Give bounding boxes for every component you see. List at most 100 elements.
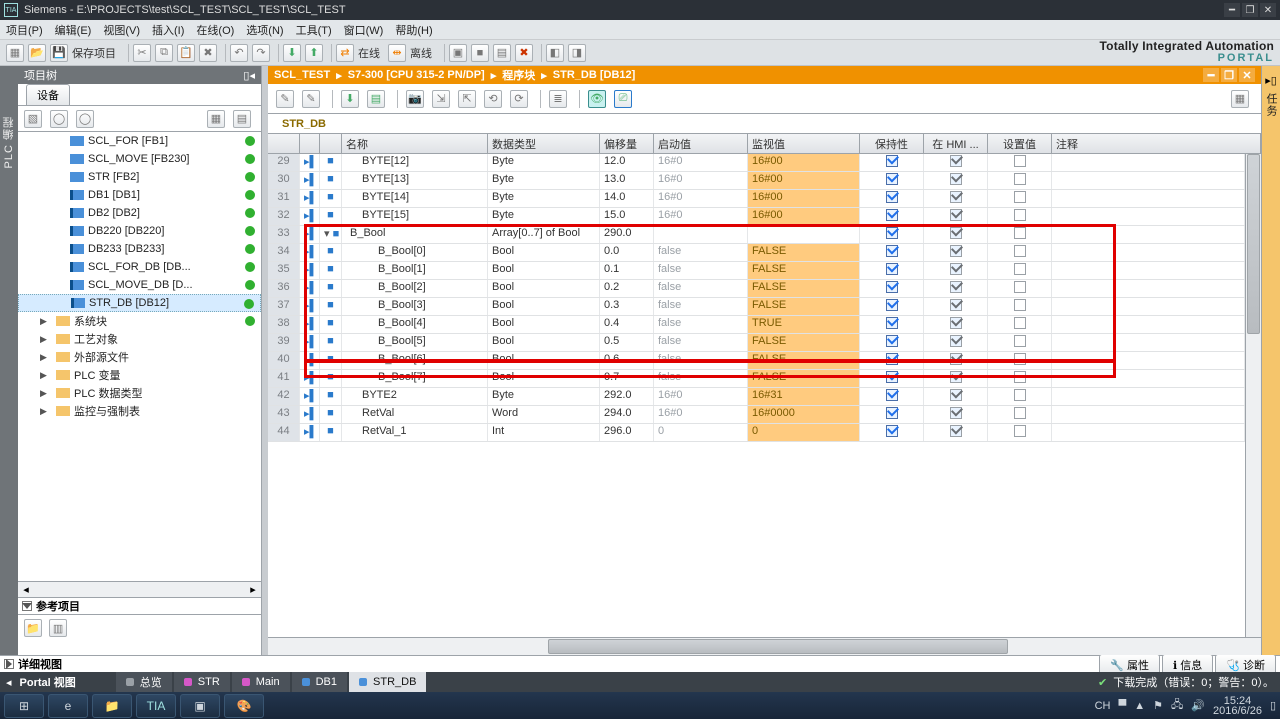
checkbox[interactable] xyxy=(886,245,898,257)
copy-icon[interactable]: ⧉ xyxy=(155,44,173,62)
checkbox[interactable] xyxy=(950,245,962,257)
col-retain[interactable]: 保持性 xyxy=(860,134,924,153)
table-row[interactable]: 39▸▌■B_Bool[5]Bool0.5falseFALSE xyxy=(268,334,1245,352)
table-row[interactable]: 31▸▌■BYTE[14]Byte14.016#016#00 xyxy=(268,190,1245,208)
split-v-icon[interactable]: ◨ xyxy=(568,44,586,62)
right-rail[interactable]: ▸▯ 任务 xyxy=(1262,66,1280,655)
checkbox[interactable] xyxy=(950,227,962,239)
checkbox[interactable] xyxy=(950,425,962,437)
maximize-button[interactable]: ❐ xyxy=(1242,3,1258,17)
tree-item[interactable]: ▶工艺对象 xyxy=(18,330,261,348)
et-list-icon[interactable]: ≣ xyxy=(549,90,567,108)
tree-hscroll[interactable]: ◂▸ xyxy=(18,581,261,597)
bc-3[interactable]: STR_DB [DB12] xyxy=(553,69,636,81)
show-desktop[interactable]: ▯ xyxy=(1270,699,1276,712)
task-ie-icon[interactable]: e xyxy=(48,694,88,718)
tree-back-icon[interactable]: ◯ xyxy=(50,110,68,128)
checkbox[interactable] xyxy=(886,263,898,275)
table-row[interactable]: 36▸▌■B_Bool[2]Bool0.2falseFALSE xyxy=(268,280,1245,298)
checkbox[interactable] xyxy=(950,317,962,329)
checkbox[interactable] xyxy=(950,155,962,167)
db-grid[interactable]: 名称 数据类型 偏移量 启动值 监视值 保持性 在 HMI ... 设置值 注释… xyxy=(268,134,1261,655)
table-row[interactable]: 41▸▌■B_Bool[7]Bool0.7falseFALSE xyxy=(268,370,1245,388)
et-b-icon[interactable]: ⇱ xyxy=(458,90,476,108)
portal-tab[interactable]: Main xyxy=(232,672,290,692)
table-row[interactable]: 43▸▌■RetValWord294.016#016#0000 xyxy=(268,406,1245,424)
checkbox[interactable] xyxy=(1014,263,1026,275)
tree-item[interactable]: SCL_FOR [FB1] xyxy=(18,132,261,150)
go-offline-label[interactable]: 离线 xyxy=(410,45,432,61)
et-1-icon[interactable]: ✎ xyxy=(276,90,294,108)
ref-add-icon[interactable]: 📁 xyxy=(24,619,42,637)
checkbox[interactable] xyxy=(886,389,898,401)
table-row[interactable]: 37▸▌■B_Bool[3]Bool0.3falseFALSE xyxy=(268,298,1245,316)
tree-item[interactable]: ▶监控与强制表 xyxy=(18,402,261,420)
portal-tab[interactable]: DB1 xyxy=(292,672,347,692)
et-save-icon[interactable]: ▤ xyxy=(367,90,385,108)
go-offline-icon[interactable]: ⇹ xyxy=(388,44,406,62)
checkbox[interactable] xyxy=(950,389,962,401)
tree-item[interactable]: DB233 [DB233] xyxy=(18,240,261,258)
undo-icon[interactable]: ↶ xyxy=(230,44,248,62)
et-monitor-icon[interactable]: 👁 xyxy=(588,90,606,108)
checkbox[interactable] xyxy=(1014,335,1026,347)
table-row[interactable]: 34▸▌■B_Bool[0]Bool0.0falseFALSE xyxy=(268,244,1245,262)
checkbox[interactable] xyxy=(886,353,898,365)
checkbox[interactable] xyxy=(1014,299,1026,311)
et-d-icon[interactable]: ⟳ xyxy=(510,90,528,108)
col-set[interactable]: 设置值 xyxy=(988,134,1052,153)
editor-max-icon[interactable]: ❐ xyxy=(1221,68,1237,82)
grid-rows[interactable]: 29▸▌■BYTE[12]Byte12.016#016#0030▸▌■BYTE[… xyxy=(268,154,1245,637)
table-row[interactable]: 35▸▌■B_Bool[1]Bool0.1falseFALSE xyxy=(268,262,1245,280)
bc-1[interactable]: S7-300 [CPU 315-2 PN/DP] xyxy=(348,69,485,81)
checkbox[interactable] xyxy=(1014,227,1026,239)
tree-item[interactable]: SCL_FOR_DB [DB... xyxy=(18,258,261,276)
paste-icon[interactable]: 📋 xyxy=(177,44,195,62)
col-name[interactable]: 名称 xyxy=(342,134,488,153)
checkbox[interactable] xyxy=(1014,191,1026,203)
split-h-icon[interactable]: ◧ xyxy=(546,44,564,62)
menu-window[interactable]: 窗口(W) xyxy=(344,22,384,38)
tree-item[interactable]: DB220 [DB220] xyxy=(18,222,261,240)
checkbox[interactable] xyxy=(950,209,962,221)
task-sim-icon[interactable]: ▣ xyxy=(180,694,220,718)
et-snap-icon[interactable]: 📷 xyxy=(406,90,424,108)
checkbox[interactable] xyxy=(950,335,962,347)
col-offset[interactable]: 偏移量 xyxy=(600,134,654,153)
checkbox[interactable] xyxy=(950,263,962,275)
bc-2[interactable]: 程序块 xyxy=(502,67,535,83)
cross-ref-icon[interactable]: ▤ xyxy=(493,44,511,62)
minimize-button[interactable]: ━ xyxy=(1224,3,1240,17)
checkbox[interactable] xyxy=(950,173,962,185)
checkbox[interactable] xyxy=(886,425,898,437)
menu-edit[interactable]: 编辑(E) xyxy=(55,22,92,38)
checkbox[interactable] xyxy=(1014,353,1026,365)
bc-0[interactable]: SCL_TEST xyxy=(274,69,330,81)
menu-view[interactable]: 视图(V) xyxy=(103,22,140,38)
tray-up-icon[interactable]: ▲ xyxy=(1134,700,1145,712)
checkbox[interactable] xyxy=(886,191,898,203)
checkbox[interactable] xyxy=(886,407,898,419)
checkbox[interactable] xyxy=(950,353,962,365)
checkbox[interactable] xyxy=(886,209,898,221)
col-monitor[interactable]: 监视值 xyxy=(748,134,860,153)
checkbox[interactable] xyxy=(950,281,962,293)
tree-item[interactable]: STR [FB2] xyxy=(18,168,261,186)
portal-back-icon[interactable]: ◂ xyxy=(6,676,12,689)
checkbox[interactable] xyxy=(950,407,962,419)
table-row[interactable]: 33▸▌▾ ■B_BoolArray[0..7] of Bool290.0 xyxy=(268,226,1245,244)
collapse-icon[interactable]: ▾ xyxy=(324,228,330,240)
table-row[interactable]: 32▸▌■BYTE[15]Byte15.016#016#00 xyxy=(268,208,1245,226)
ref-open-icon[interactable]: ▥ xyxy=(49,619,67,637)
menu-options[interactable]: 选项(N) xyxy=(246,22,283,38)
new-project-icon[interactable]: ▦ xyxy=(6,44,24,62)
col-type[interactable]: 数据类型 xyxy=(488,134,600,153)
go-online-icon[interactable]: ⇄ xyxy=(336,44,354,62)
checkbox[interactable] xyxy=(886,281,898,293)
table-row[interactable]: 38▸▌■B_Bool[4]Bool0.4falseTRUE xyxy=(268,316,1245,334)
col-start[interactable]: 启动值 xyxy=(654,134,748,153)
grid-vscroll[interactable] xyxy=(1245,154,1261,637)
project-tree[interactable]: SCL_FOR [FB1]SCL_MOVE [FB230]STR [FB2]DB… xyxy=(18,132,261,597)
tree-fwd-icon[interactable]: ◯ xyxy=(76,110,94,128)
checkbox[interactable] xyxy=(1014,425,1026,437)
